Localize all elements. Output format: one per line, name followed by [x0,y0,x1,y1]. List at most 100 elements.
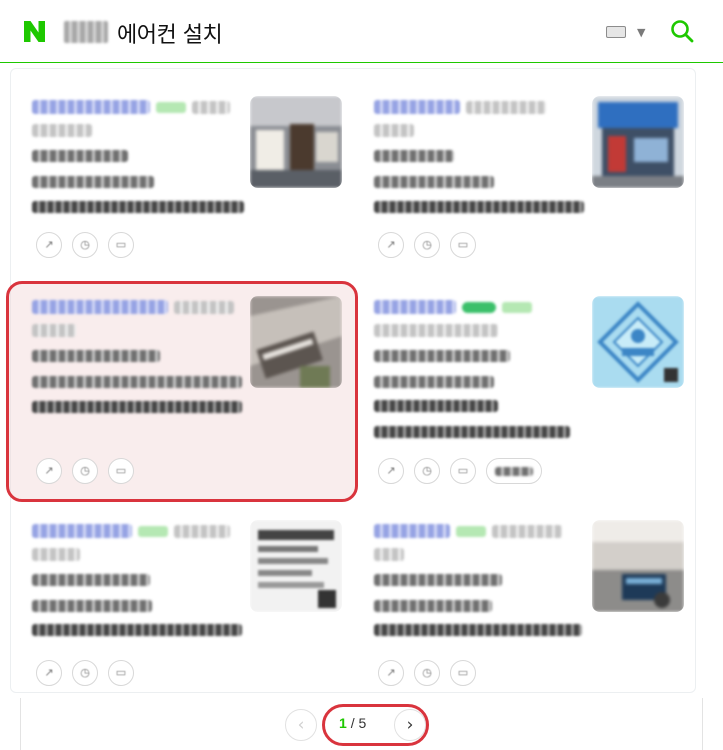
navigate-button[interactable]: ↗ [378,458,404,484]
distance-address-blurred [32,401,242,413]
clock-icon: ◷ [80,238,90,251]
place-thumbnail[interactable] [250,96,342,188]
phone-text-blurred [374,350,510,362]
distance-address-blurred [374,624,582,636]
navigate-button[interactable]: ↗ [378,660,404,686]
distance-address-blurred [32,201,244,213]
reservation-badge [502,302,532,313]
save-button[interactable]: ▭ [450,232,476,258]
place-name-blurred[interactable] [32,300,168,314]
navigate-button[interactable]: ↗ [36,458,62,484]
category-text-blurred [374,124,414,137]
place-card[interactable]: ↗ ◷ ▭ [20,512,360,726]
clock-icon: ◷ [422,666,432,679]
distance-address-blurred [374,426,570,438]
category-text-blurred [192,101,230,114]
booking-button[interactable] [486,458,542,484]
place-name-blurred[interactable] [374,300,456,314]
phone-text-blurred [32,150,128,162]
category-text-blurred [32,324,76,337]
bookmark-icon: ▭ [115,666,127,679]
bookmark-icon: ▭ [457,464,469,477]
navigate-button[interactable]: ↗ [378,232,404,258]
route-arrow-icon: ↗ [44,238,54,251]
place-card[interactable]: ↗ ◷ ▭ [362,288,702,502]
bookmark-icon: ▭ [457,238,469,251]
place-thumbnail[interactable] [250,296,342,388]
save-button[interactable]: ▭ [108,232,134,258]
call-button[interactable]: ◷ [414,660,440,686]
distance-address-blurred [374,201,584,213]
category-text-blurred [492,525,562,538]
booking-label-blurred [495,467,533,476]
place-card-selected[interactable]: ↗ ◷ ▭ [20,288,360,502]
place-card[interactable]: ↗ ◷ ▭ [20,88,360,302]
route-arrow-icon: ↗ [44,666,54,679]
phone-text-blurred [32,574,150,586]
reservation-badge [156,102,186,113]
place-thumbnail[interactable] [592,296,684,388]
category-text-blurred [466,101,546,114]
save-button[interactable]: ▭ [108,660,134,686]
caret-down-icon[interactable]: ▼ [637,26,645,39]
category-text-blurred [374,548,404,561]
call-button[interactable]: ◷ [414,458,440,484]
highlight-ring-pagination [322,704,429,746]
category-text-blurred [32,124,92,137]
naver-logo-icon[interactable] [22,19,47,44]
pager-divider [20,698,21,750]
clock-icon: ◷ [422,238,432,251]
clock-icon: ◷ [80,666,90,679]
place-card[interactable]: ↗ ◷ ▭ [362,512,702,726]
save-button[interactable]: ▭ [108,458,134,484]
place-name-blurred[interactable] [374,100,460,114]
navigate-button[interactable]: ↗ [36,232,62,258]
save-button[interactable]: ▭ [450,458,476,484]
place-name-blurred[interactable] [32,524,132,538]
bookmark-icon: ▭ [115,238,127,251]
status-text-blurred [374,376,494,388]
call-button[interactable]: ◷ [72,660,98,686]
place-card[interactable]: ↗ ◷ ▭ [362,88,702,302]
search-query[interactable]: 에어컨 설치 [117,17,223,49]
prev-page-button[interactable]: ‹ [285,709,317,741]
distance-address-blurred [32,624,242,636]
route-arrow-icon: ↗ [386,666,396,679]
place-thumbnail[interactable] [592,96,684,188]
route-arrow-icon: ↗ [386,464,396,477]
category-text-blurred [174,525,230,538]
status-text-blurred [374,600,492,612]
place-name-blurred[interactable] [374,524,450,538]
place-name-blurred[interactable] [32,100,150,114]
location-text-blurred [64,21,108,43]
clock-icon: ◷ [80,464,90,477]
status-text-blurred [32,376,242,388]
category-text-blurred [174,301,234,314]
reservation-badge [138,526,168,537]
call-button[interactable]: ◷ [72,458,98,484]
navigate-button[interactable]: ↗ [36,660,62,686]
place-thumbnail[interactable] [250,520,342,612]
route-arrow-icon: ↗ [44,464,54,477]
status-text-blurred [32,600,152,612]
route-arrow-icon: ↗ [386,238,396,251]
promo-text-blurred [374,400,498,412]
category-text-blurred [374,324,498,337]
call-button[interactable]: ◷ [414,232,440,258]
place-thumbnail[interactable] [592,520,684,612]
search-icon[interactable] [669,18,695,44]
chevron-left-icon: ‹ [297,715,305,735]
reservation-badge [456,526,486,537]
status-text-blurred [32,176,154,188]
phone-text-blurred [32,350,160,362]
keyboard-icon[interactable] [606,26,626,38]
pager-divider [702,698,703,750]
clock-icon: ◷ [422,464,432,477]
call-button[interactable]: ◷ [72,232,98,258]
search-header: 에어컨 설치 ▼ [0,0,723,63]
phone-text-blurred [374,150,454,162]
save-button[interactable]: ▭ [450,660,476,686]
bookmark-icon: ▭ [457,666,469,679]
category-text-blurred [32,548,80,561]
bookmark-icon: ▭ [115,464,127,477]
